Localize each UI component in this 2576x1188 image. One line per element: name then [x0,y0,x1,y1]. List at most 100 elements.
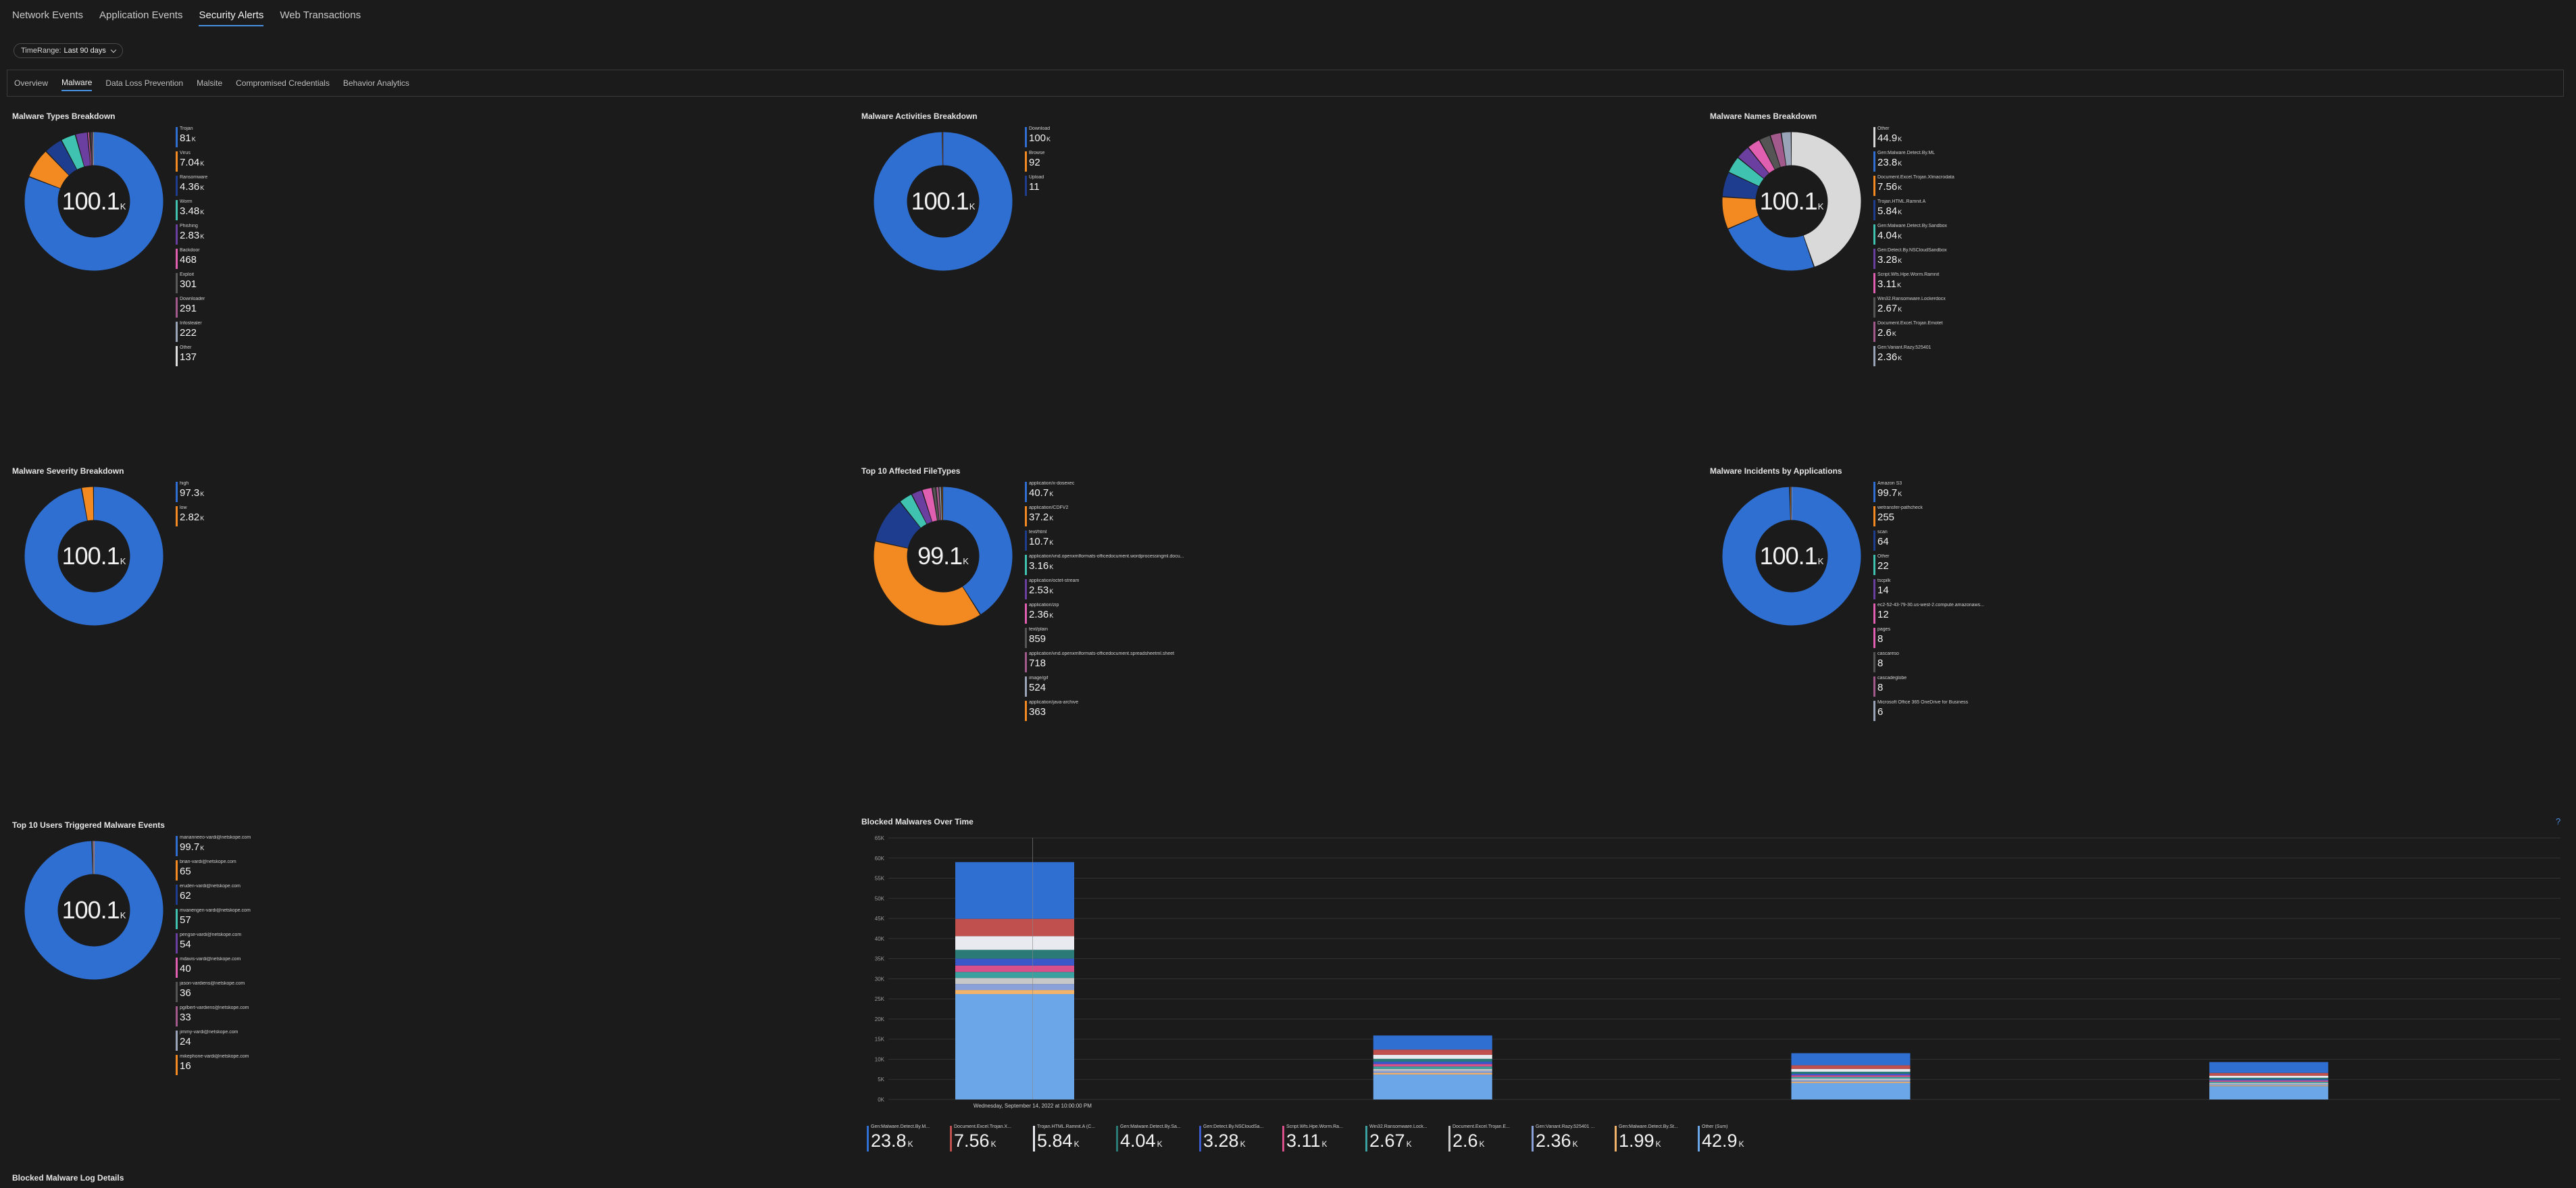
bar-segment[interactable] [955,972,1074,979]
legend-item[interactable]: Gen:Malware.Detect.By.Sandbox 4.04K [1873,224,2076,248]
legend-item[interactable]: brian-vardi@netskope.com 65 [176,860,378,884]
bar-segment[interactable] [1791,1068,1911,1072]
bar-segment[interactable] [2209,1072,2329,1076]
legend-item[interactable]: application/zip 2.36K [1025,603,1228,627]
timeseries-legend-item[interactable]: Trojan.HTML.Ramnit.A (C... 5.84 K [1033,1124,1111,1154]
legend-item[interactable]: ec2-52-43-79-30.us-west-2.compute.amazon… [1873,603,2076,627]
bar-segment[interactable] [955,958,1074,966]
legend-item[interactable]: Gen:Variant.Razy.525401 2.36K [1873,345,2076,370]
bar-segment[interactable] [955,978,1074,985]
legend-item[interactable]: text/plain 859 [1025,627,1228,651]
timeseries-legend-item[interactable]: Win32.Ransomware.Lock... 2.67 K [1365,1124,1443,1154]
tab-network-events[interactable]: Network Events [12,9,83,26]
bar-segment[interactable] [2209,1081,2329,1083]
timeseries-legend-item[interactable]: Script.Wfs.Hpe.Worm.Ra... 3.11 K [1282,1124,1360,1154]
subtab-malware[interactable]: Malware [61,75,93,91]
legend-item[interactable]: jimmy-vardi@netskope.com 24 [176,1030,378,1054]
legend-item[interactable]: Downloader 291 [176,297,378,321]
legend-item[interactable]: Win32.Ransomware.Lockerdocx 2.67K [1873,297,2076,321]
bar-segment[interactable] [1373,1066,1492,1069]
bar-segment[interactable] [2209,1085,2329,1087]
legend-item[interactable]: Document.Excel.Trojan.Xlmacrodata 7.56K [1873,175,2076,199]
timeseries-legend-item[interactable]: Document.Excel.Trojan.X... 7.56 K [950,1124,1028,1154]
bar-segment[interactable] [1791,1071,1911,1074]
legend-item[interactable]: Phishing 2.83K [176,224,378,248]
tab-security-alerts[interactable]: Security Alerts [199,9,264,26]
bar-segment[interactable] [1373,1035,1492,1050]
bar-segment[interactable] [1373,1068,1492,1071]
legend-item[interactable]: Gen:Malware.Detect.By.ML 23.8K [1873,151,2076,175]
legend-item[interactable]: mvanengen-vardi@netskope.com 57 [176,908,378,933]
bar-segment[interactable] [955,965,1074,972]
legend-item[interactable]: tscpilk 14 [1873,578,2076,603]
legend-item[interactable]: application/CDFV2 37.2K [1025,505,1228,530]
bar-segment[interactable] [1791,1075,1911,1077]
timeseries-legend-item[interactable]: Gen:Variant.Razy.525401 ... 2.36 K [1532,1124,1609,1154]
bar-segment[interactable] [1791,1065,1911,1069]
bar-segment[interactable] [1373,1054,1492,1059]
legend-item[interactable]: low 2.82K [176,505,378,530]
subtab-data-loss-prevention[interactable]: Data Loss Prevention [105,76,183,91]
help-icon[interactable]: ? [2556,816,2565,826]
subtab-behavior-analytics[interactable]: Behavior Analytics [343,76,409,91]
legend-item[interactable]: jason-vardiens@netskope.com 36 [176,981,378,1006]
legend-item[interactable]: pengse-vardi@netskope.com 54 [176,933,378,957]
legend-item[interactable]: mdavis-vardi@netskope.com 40 [176,957,378,981]
subtab-malsite[interactable]: Malsite [197,76,222,91]
bar-segment[interactable] [2209,1062,2329,1073]
bar-segment[interactable] [955,918,1074,937]
bar-segment[interactable] [2209,1084,2329,1086]
legend-item[interactable]: application/java-archive 363 [1025,700,1228,724]
legend-item[interactable]: Amazon S3 99.7K [1873,481,2076,505]
bar-segment[interactable] [955,936,1074,950]
legend-item[interactable]: Microsoft Office 365 OneDrive for Busine… [1873,700,2076,724]
bar-segment[interactable] [1791,1080,1911,1082]
legend-item[interactable]: cascadeglobe 8 [1873,676,2076,700]
bar-segment[interactable] [2209,1079,2329,1081]
timerange-dropdown[interactable]: TimeRange: Last 90 days [14,43,123,58]
bar-segment[interactable] [1373,1064,1492,1067]
legend-item[interactable]: Document.Excel.Trojan.Emotet 2.6K [1873,321,2076,345]
legend-item[interactable]: pages 8 [1873,627,2076,651]
legend-item[interactable]: Script.Wfs.Hpe.Worm.Ramnit 3.11K [1873,272,2076,297]
bar-segment[interactable] [1791,1073,1911,1076]
bar-segment[interactable] [1791,1076,1911,1079]
bar-segment[interactable] [1373,1062,1492,1064]
legend-item[interactable]: cascareso 8 [1873,651,2076,676]
legend-item[interactable]: scan 64 [1873,530,2076,554]
legend-item[interactable]: Trojan.HTML.Ramnit.A 5.84K [1873,199,2076,224]
bar-segment[interactable] [1791,1079,1911,1081]
timeseries-legend-item[interactable]: Gen:Detect.By.NSCloudSa... 3.28 K [1199,1124,1277,1154]
bar-segment[interactable] [1373,1072,1492,1075]
timeseries-legend-item[interactable]: Document.Excel.Trojan.E... 2.6 K [1448,1124,1526,1154]
legend-item[interactable]: Exploit 301 [176,272,378,297]
legend-item[interactable]: Worm 3.48K [176,199,378,224]
legend-item[interactable]: Infostealer 222 [176,321,378,345]
legend-item[interactable]: application/vnd.openxmlformats-officedoc… [1025,554,1228,578]
bar-segment[interactable] [2209,1083,2329,1085]
legend-item[interactable]: application/octet-stream 2.53K [1025,578,1228,603]
bar-segment[interactable] [1791,1083,1911,1099]
bar-segment[interactable] [955,990,1074,995]
tab-application-events[interactable]: Application Events [99,9,182,26]
legend-item[interactable]: Upload 11 [1025,175,1228,199]
legend-item[interactable]: Ransomware 4.36K [176,175,378,199]
legend-item[interactable]: application/vnd.openxmlformats-officedoc… [1025,651,1228,676]
legend-item[interactable]: marianneeo-vardi@netskope.com 99.7K [176,835,378,860]
legend-item[interactable]: Virus 7.04K [176,151,378,175]
legend-item[interactable]: Other 44.9K [1873,126,2076,151]
bar-segment[interactable] [955,994,1074,1099]
timeseries-legend-item[interactable]: Gen:Malware.Detect.By.St... 1.99 K [1615,1124,1692,1154]
bar-segment[interactable] [1373,1058,1492,1062]
legend-item[interactable]: Gen:Detect.By.NSCloudSandbox 3.28K [1873,248,2076,272]
bar-segment[interactable] [1373,1049,1492,1055]
legend-item[interactable]: wetransfer-pathcheck 255 [1873,505,2076,530]
legend-item[interactable]: text/html 10.7K [1025,530,1228,554]
legend-item[interactable]: Browse 92 [1025,151,1228,175]
subtab-compromised-credentials[interactable]: Compromised Credentials [236,76,330,91]
timeseries-legend-item[interactable]: Gen:Malware.Detect.By.M... 23.8 K [867,1124,944,1154]
bar-segment[interactable] [1373,1074,1492,1099]
bar-segment[interactable] [2209,1081,2329,1082]
legend-item[interactable]: pgilbert-vardiens@netskope.com 33 [176,1006,378,1030]
legend-item[interactable]: eruden-vardi@netskope.com 62 [176,884,378,908]
